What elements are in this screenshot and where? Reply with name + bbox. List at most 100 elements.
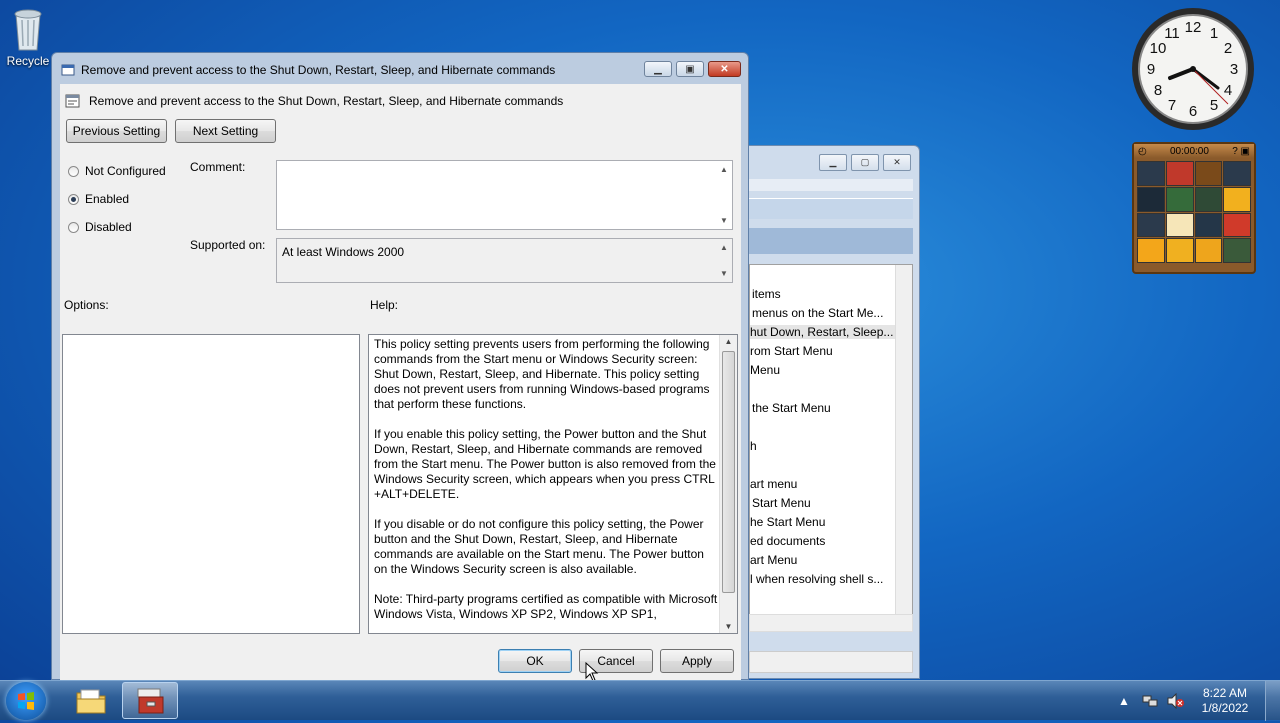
help-text: This policy setting prevents users from …	[374, 337, 720, 633]
close-button[interactable]: ✕	[708, 61, 741, 77]
options-label: Options:	[64, 298, 109, 312]
radio-not-configured[interactable]: Not Configured	[68, 164, 166, 178]
radio-disabled[interactable]: Disabled	[68, 220, 132, 234]
list-item[interactable]: l when resolving shell s...	[750, 572, 883, 586]
comment-scrollbar[interactable]: ▲ ▼	[716, 161, 732, 229]
svg-text:9: 9	[1147, 61, 1155, 78]
taskbar-clock[interactable]: 8:22 AM 1/8/2022	[1185, 686, 1265, 716]
radio-circle-selected[interactable]	[68, 193, 79, 205]
picture-puzzle-gadget[interactable]: ◴ 00:00:00 ? ▣	[1132, 142, 1256, 274]
help-label: Help:	[370, 298, 399, 312]
puzzle-grid[interactable]	[1134, 158, 1254, 266]
radio-circle[interactable]	[68, 221, 79, 233]
svg-text:3: 3	[1230, 61, 1238, 78]
svg-text:6: 6	[1189, 103, 1197, 120]
volume-muted-icon[interactable]	[1167, 692, 1185, 710]
taskbar-policy-editor-button[interactable]	[122, 682, 178, 719]
puzzle-timer-icon: ◴	[1138, 145, 1147, 157]
setting-header: Remove and prevent access to the Shut Do…	[65, 94, 563, 108]
bg-toolbar	[749, 198, 913, 219]
supported-on-value: At least Windows 2000	[282, 245, 405, 259]
bg-maximize-button[interactable]: ▢	[851, 154, 879, 171]
start-button[interactable]	[6, 682, 46, 720]
mouse-cursor-icon	[585, 662, 599, 682]
show-desktop-button[interactable]	[1265, 681, 1280, 721]
list-item[interactable]: rom Start Menu	[750, 344, 833, 358]
policy-icon	[61, 64, 75, 76]
trash-can-icon	[14, 9, 42, 51]
supported-scrollbar[interactable]: ▲ ▼	[716, 239, 732, 282]
show-hidden-icons-icon[interactable]: ▲	[1115, 692, 1133, 710]
policy-setting-dialog: Remove and prevent access to the Shut Do…	[51, 52, 749, 681]
recycle-bin-label: Recycle	[6, 54, 50, 68]
help-pane[interactable]: This policy setting prevents users from …	[368, 334, 738, 634]
analog-clock-face: 12 12 345 678 91011	[1132, 8, 1254, 130]
radio-label: Enabled	[85, 192, 130, 206]
background-window[interactable]: ▁ ▢ ✕ items menus on the Start Me... hut…	[742, 145, 920, 679]
help-paragraph: This policy setting prevents users from …	[374, 337, 710, 411]
list-item[interactable]: menus on the Start Me...	[752, 306, 883, 320]
previous-setting-button[interactable]: Previous Setting	[66, 119, 167, 143]
options-pane	[62, 334, 360, 634]
svg-text:11: 11	[1164, 25, 1180, 42]
list-item[interactable]: the Start Menu	[752, 401, 831, 415]
comment-textarea[interactable]: ▲ ▼	[276, 160, 733, 230]
bg-close-button[interactable]: ✕	[883, 154, 911, 171]
setting-header-text: Remove and prevent access to the Shut Do…	[89, 94, 564, 108]
puzzle-help-icon[interactable]: ? ▣	[1232, 146, 1250, 157]
list-item[interactable]: hut Down, Restart, Sleep...	[750, 325, 896, 339]
list-item[interactable]: ed documents	[750, 534, 825, 548]
windows-logo-icon	[18, 692, 34, 710]
radio-label: Not Configured	[85, 164, 166, 178]
bg-minimize-button[interactable]: ▁	[819, 154, 847, 171]
taskbar-explorer-button[interactable]	[63, 682, 119, 719]
scroll-up-icon[interactable]: ▲	[720, 337, 737, 346]
svg-text:8: 8	[1154, 82, 1162, 99]
supported-on-label: Supported on:	[190, 238, 266, 252]
setting-icon	[65, 94, 80, 108]
help-paragraph: If you enable this policy setting, the P…	[374, 427, 716, 501]
next-setting-button[interactable]: Next Setting	[175, 119, 276, 143]
list-item[interactable]: items	[752, 287, 781, 301]
system-tray: ▲ 8:22 AM 1/8/2022	[1107, 681, 1280, 721]
bg-vertical-scrollbar[interactable]	[895, 265, 912, 615]
list-item[interactable]: he Start Menu	[750, 515, 825, 529]
recycle-bin-icon[interactable]: Recycle	[4, 6, 52, 68]
radio-circle[interactable]	[68, 165, 79, 177]
svg-text:7: 7	[1168, 97, 1176, 114]
supported-on-field: At least Windows 2000 ▲ ▼	[276, 238, 733, 283]
clock-gadget[interactable]: 12 1 2 345 678 9 10 11	[1130, 6, 1256, 132]
scroll-down-icon[interactable]: ▼	[720, 622, 737, 631]
bg-status-bar	[749, 651, 913, 673]
svg-text:10: 10	[1150, 40, 1167, 57]
comment-label: Comment:	[190, 160, 246, 174]
dialog-client-area: Remove and prevent access to the Shut Do…	[60, 84, 741, 681]
ok-button[interactable]: OK	[498, 649, 572, 673]
list-item[interactable]: art menu	[750, 477, 797, 491]
dialog-title-bar[interactable]: Remove and prevent access to the Shut Do…	[52, 53, 748, 83]
puzzle-timer: 00:00:00	[1170, 145, 1209, 157]
list-item[interactable]: art Menu	[750, 553, 797, 567]
toolbox-icon	[137, 688, 164, 713]
bg-horizontal-scrollbar[interactable]	[749, 614, 913, 632]
maximize-button[interactable]: ▣	[676, 61, 704, 77]
svg-text:5: 5	[1210, 97, 1218, 114]
list-item[interactable]: Start Menu	[752, 496, 811, 510]
apply-button[interactable]: Apply	[660, 649, 734, 673]
svg-text:1: 1	[1210, 25, 1218, 42]
network-icon[interactable]	[1141, 692, 1159, 710]
svg-text:2: 2	[1224, 40, 1232, 57]
svg-text:4: 4	[1224, 82, 1232, 99]
dialog-title: Remove and prevent access to the Shut Do…	[81, 63, 556, 77]
taskbar-time: 8:22 AM	[1202, 686, 1248, 700]
help-scrollbar[interactable]: ▲ ▼	[719, 335, 737, 633]
taskbar: ▲ 8:22 AM 1/8/2022	[0, 680, 1280, 721]
bg-settings-list[interactable]: items menus on the Start Me... hut Down,…	[749, 264, 913, 616]
radio-label: Disabled	[85, 220, 132, 234]
taskbar-date: 1/8/2022	[1201, 701, 1249, 715]
list-item[interactable]: Menu	[750, 363, 780, 377]
scroll-thumb[interactable]	[722, 351, 735, 593]
radio-enabled[interactable]: Enabled	[68, 192, 129, 206]
minimize-button[interactable]: ▁	[644, 61, 672, 77]
list-item[interactable]: h	[750, 439, 757, 453]
